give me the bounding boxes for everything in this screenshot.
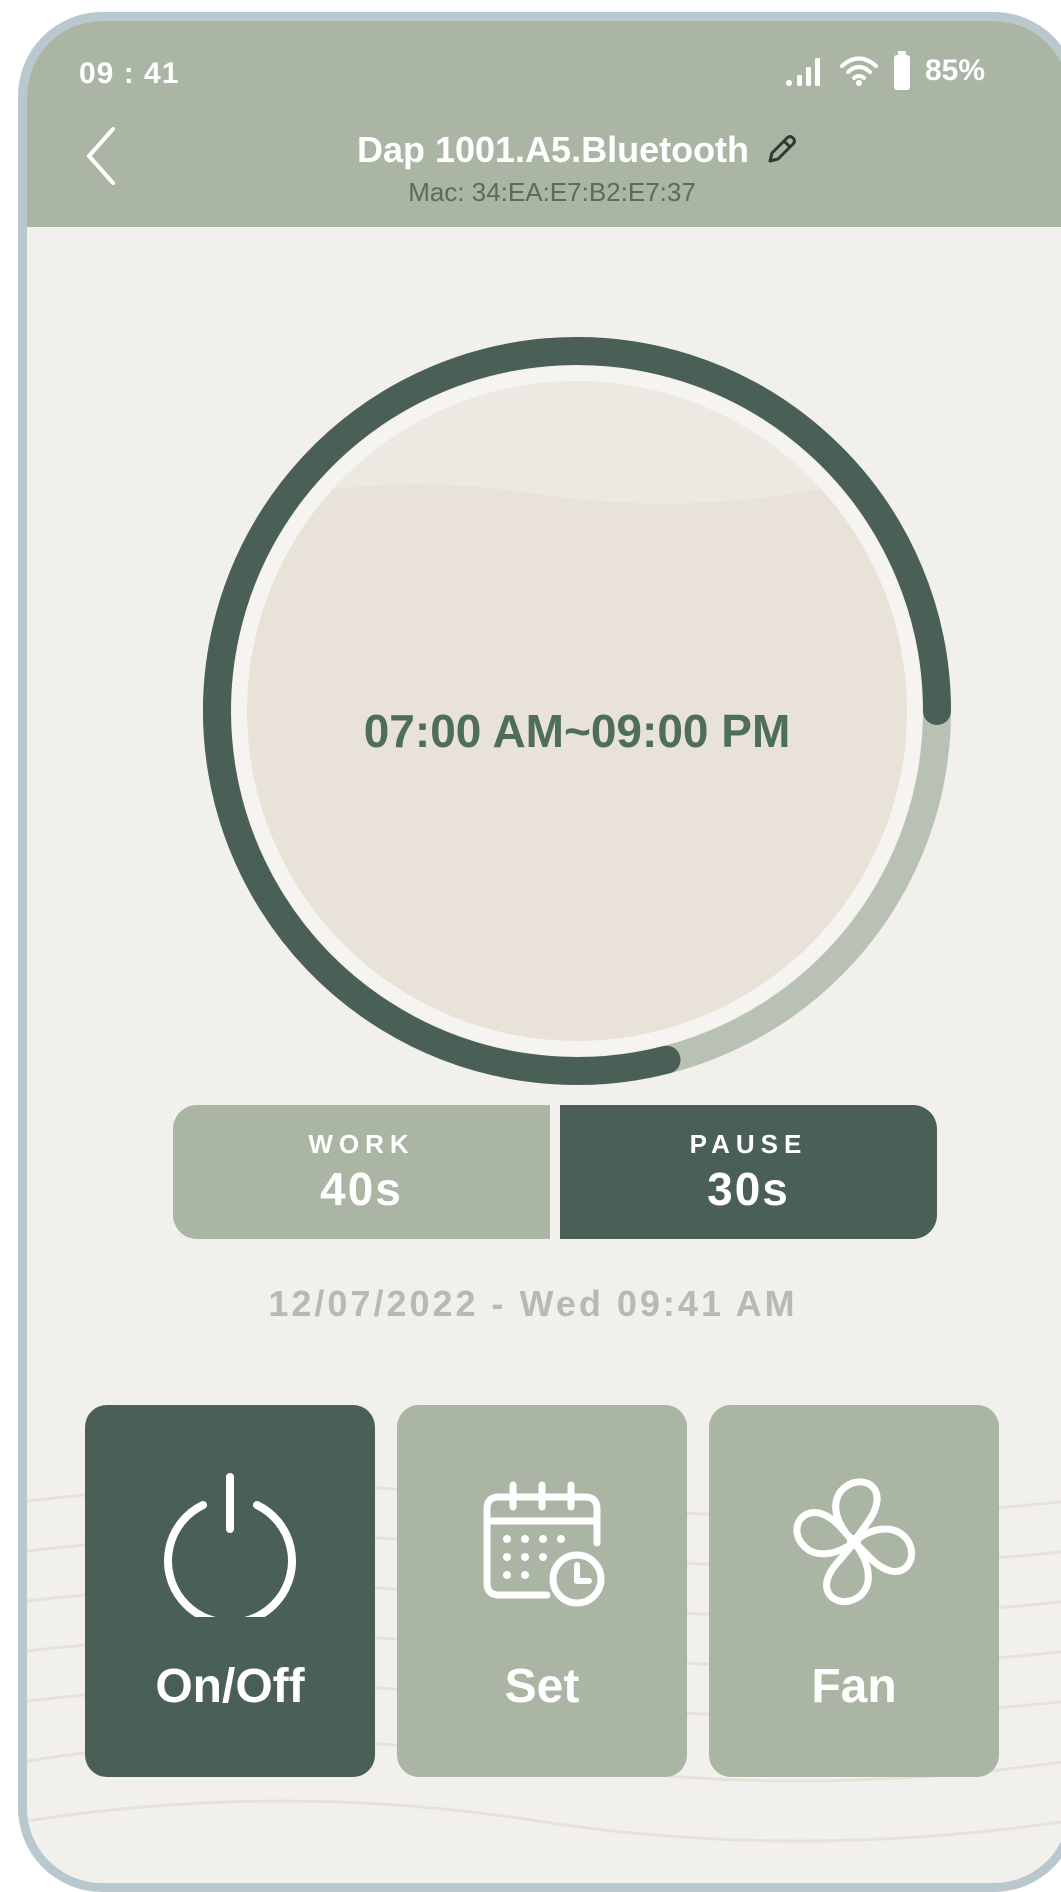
work-label: WORK	[308, 1128, 415, 1159]
status-icons: 85%	[785, 49, 985, 93]
pause-value: 30s	[707, 1162, 790, 1215]
battery-icon	[894, 51, 910, 90]
on-off-button[interactable]: On/Off	[85, 1405, 375, 1777]
action-buttons: On/Off Set Fan	[85, 1405, 1005, 1777]
device-name-row: Dap 1001.A5.Bluetooth	[357, 129, 799, 171]
battery-percent: 85%	[925, 54, 986, 87]
calendar-clock-icon	[483, 1481, 605, 1607]
pause-label: PAUSE	[689, 1128, 808, 1159]
set-label: Set	[504, 1660, 580, 1713]
on-off-label: On/Off	[155, 1660, 305, 1713]
title-block: Dap 1001.A5.Bluetooth Mac: 34:EA:E7:B2:E…	[27, 129, 1061, 208]
work-pause-toggle: WORK 40s PAUSE 30s	[173, 1105, 937, 1239]
wifi-icon	[840, 56, 878, 86]
mac-address: Mac: 34:EA:E7:B2:E7:37	[408, 177, 696, 207]
set-button[interactable]: Set	[397, 1405, 687, 1777]
work-value: 40s	[320, 1162, 403, 1215]
power-icon	[164, 1473, 296, 1617]
schedule-ring: 07:00 AM~09:00 PM	[187, 321, 967, 1101]
phone-frame: 09 : 41 85% Dap 1001.A5.Bluetooth Mac: 3…	[18, 12, 1061, 1892]
pause-button[interactable]: PAUSE 30s	[560, 1105, 937, 1239]
fan-button[interactable]: Fan	[709, 1405, 999, 1777]
current-datetime: 12/07/2022 - Wed 09:41 AM	[268, 1283, 798, 1324]
fan-label: Fan	[811, 1660, 897, 1713]
fan-icon	[793, 1478, 915, 1605]
header: 09 : 41 85% Dap 1001.A5.Bluetooth Mac: 3…	[27, 21, 1061, 227]
device-name: Dap 1001.A5.Bluetooth	[356, 129, 750, 170]
work-button[interactable]: WORK 40s	[173, 1105, 550, 1239]
pencil-icon[interactable]	[763, 132, 799, 168]
status-time: 09 : 41	[79, 57, 180, 90]
schedule-time-range: 07:00 AM~09:00 PM	[363, 705, 791, 757]
signal-icon	[786, 58, 820, 86]
